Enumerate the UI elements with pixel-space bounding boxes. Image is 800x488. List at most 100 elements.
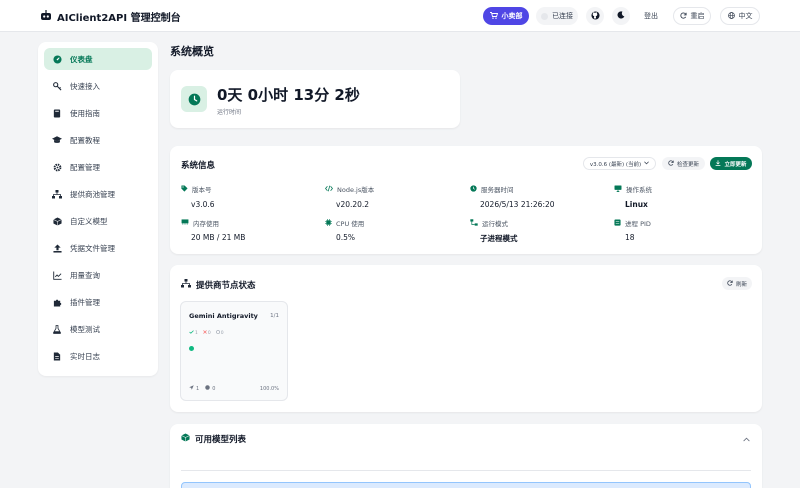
refresh-label: 刷新 bbox=[735, 281, 747, 288]
refresh-icon bbox=[679, 12, 687, 21]
puzzle-icon bbox=[52, 297, 62, 307]
dashboard-icon bbox=[52, 54, 62, 64]
errors-value: 0 bbox=[212, 385, 216, 392]
unhealthy-count: 0 bbox=[203, 330, 211, 336]
check-update-label: 检查更新 bbox=[676, 161, 699, 168]
info-label-os: 操作系统 bbox=[614, 184, 652, 194]
disabled-count: 0 bbox=[215, 330, 224, 336]
info-label-version: 版本号 bbox=[181, 184, 212, 194]
models-info-banner bbox=[181, 482, 751, 488]
field-label: 服务器时间 bbox=[481, 186, 514, 194]
language-button[interactable]: 中文 bbox=[720, 7, 760, 25]
check-update-button[interactable]: 检查更新 bbox=[662, 157, 705, 170]
models-divider bbox=[181, 470, 751, 471]
provider-card[interactable]: Gemini Antigravity 1/1 1 0 0 1 0 100.0% bbox=[180, 301, 288, 401]
unhealthy-value: 0 bbox=[207, 330, 211, 336]
provider-status-title: 提供商节点状态 bbox=[196, 281, 256, 291]
x-icon bbox=[203, 330, 207, 336]
language-label: 中文 bbox=[738, 12, 753, 20]
info-value-memory: 20 MB / 21 MB bbox=[191, 233, 246, 242]
connection-label: 已连接 bbox=[552, 12, 573, 20]
uptime-value: 0天 0小时 13分 2秒 bbox=[217, 86, 360, 104]
sidebar-item-logs[interactable]: 实时日志 bbox=[44, 345, 152, 367]
models-header[interactable]: 可用模型列表 bbox=[181, 433, 246, 445]
info-value-os: Linux bbox=[625, 200, 648, 209]
info-label-node: Node.js版本 bbox=[325, 184, 374, 194]
download-icon bbox=[715, 159, 721, 168]
sidebar-item-dashboard[interactable]: 仪表盘 bbox=[44, 48, 152, 70]
info-label-run-mode: 运行模式 bbox=[470, 218, 508, 228]
errors-stat: 0 bbox=[205, 385, 215, 392]
cube-icon bbox=[181, 433, 190, 445]
sidebar-item-guide[interactable]: 使用指南 bbox=[44, 102, 152, 124]
memory-icon bbox=[181, 219, 189, 227]
sidebar-item-label: 使用指南 bbox=[70, 108, 100, 118]
provider-name: Gemini Antigravity bbox=[189, 312, 258, 320]
system-info-title: 系统信息 bbox=[181, 161, 216, 171]
shop-label: 小卖部 bbox=[501, 12, 523, 20]
file-icon bbox=[52, 351, 62, 361]
sidebar-item-label: 插件管理 bbox=[70, 297, 100, 307]
provider-health-summary: 1 0 0 bbox=[189, 330, 224, 336]
update-now-button[interactable]: 立即更新 bbox=[710, 157, 752, 170]
field-label: 进程 PID bbox=[625, 220, 651, 228]
check-icon bbox=[189, 330, 194, 336]
status-dot-icon bbox=[541, 12, 548, 20]
sidebar-item-label: 仪表盘 bbox=[70, 54, 93, 64]
sidebar: 仪表盘 快速接入 使用指南 配置教程 配置管理 提供商池管理 自定义模型 凭据文… bbox=[38, 42, 158, 376]
info-label-server-time: 服务器时间 bbox=[470, 184, 514, 194]
requests-value: 1 bbox=[196, 385, 200, 392]
clock-icon bbox=[181, 86, 207, 112]
sidebar-item-credentials[interactable]: 凭据文件管理 bbox=[44, 237, 152, 259]
network-icon bbox=[181, 279, 191, 291]
chart-icon bbox=[52, 270, 62, 280]
shop-button[interactable]: 小卖部 bbox=[483, 7, 529, 25]
github-button[interactable] bbox=[586, 7, 604, 25]
top-header: AIClient2API 管理控制台 小卖部 已连接 登出 重启 中文 bbox=[0, 0, 800, 32]
refresh-button[interactable]: 刷新 bbox=[722, 277, 752, 290]
provider-count: 1/1 bbox=[270, 313, 279, 319]
chevron-up-icon[interactable] bbox=[743, 435, 750, 444]
update-now-label: 立即更新 bbox=[724, 161, 747, 168]
sidebar-item-tutorial[interactable]: 配置教程 bbox=[44, 129, 152, 151]
clock-icon bbox=[470, 184, 477, 194]
gear-icon bbox=[52, 162, 62, 172]
cube-icon bbox=[52, 216, 62, 226]
book-icon bbox=[52, 108, 62, 118]
sidebar-item-provider-pool[interactable]: 提供商池管理 bbox=[44, 183, 152, 205]
logout-button[interactable]: 登出 bbox=[636, 7, 666, 25]
refresh-icon bbox=[727, 279, 733, 288]
restart-button[interactable]: 重启 bbox=[673, 7, 711, 25]
sidebar-item-label: 提供商池管理 bbox=[70, 189, 115, 199]
healthy-count: 1 bbox=[189, 330, 198, 336]
sidebar-item-custom-models[interactable]: 自定义模型 bbox=[44, 210, 152, 232]
sidebar-item-config[interactable]: 配置管理 bbox=[44, 156, 152, 178]
error-icon bbox=[205, 385, 210, 392]
theme-toggle-button[interactable] bbox=[612, 7, 630, 25]
monitor-icon bbox=[614, 184, 622, 194]
sidebar-item-usage[interactable]: 用量查询 bbox=[44, 264, 152, 286]
disabled-value: 0 bbox=[220, 330, 224, 336]
github-icon bbox=[590, 10, 600, 22]
sidebar-item-plugins[interactable]: 插件管理 bbox=[44, 291, 152, 313]
sidebar-item-label: 快速接入 bbox=[70, 81, 100, 91]
sidebar-item-model-test[interactable]: 模型测试 bbox=[44, 318, 152, 340]
version-select[interactable]: v3.0.6 (最新) (当前) bbox=[583, 157, 656, 170]
page-title: 系统概览 bbox=[170, 45, 214, 58]
field-label: Node.js版本 bbox=[337, 186, 375, 194]
info-label-memory: 内存使用 bbox=[181, 218, 219, 228]
sidebar-item-label: 实时日志 bbox=[70, 351, 100, 361]
sync-icon bbox=[668, 159, 674, 168]
info-value-pid: 18 bbox=[625, 233, 635, 242]
sidebar-item-quick-access[interactable]: 快速接入 bbox=[44, 75, 152, 97]
flask-icon bbox=[52, 324, 62, 334]
sidebar-item-label: 自定义模型 bbox=[70, 216, 108, 226]
info-value-node: v20.20.2 bbox=[336, 200, 370, 209]
sitemap-icon bbox=[470, 218, 478, 228]
globe-icon bbox=[727, 11, 735, 21]
sidebar-item-label: 模型测试 bbox=[70, 324, 100, 334]
provider-status-card: 提供商节点状态 刷新 Gemini Antigravity 1/1 1 0 0 bbox=[170, 265, 762, 412]
node-status-dot[interactable] bbox=[189, 346, 194, 351]
models-card: 可用模型列表 bbox=[170, 424, 762, 488]
upload-icon bbox=[52, 243, 62, 253]
